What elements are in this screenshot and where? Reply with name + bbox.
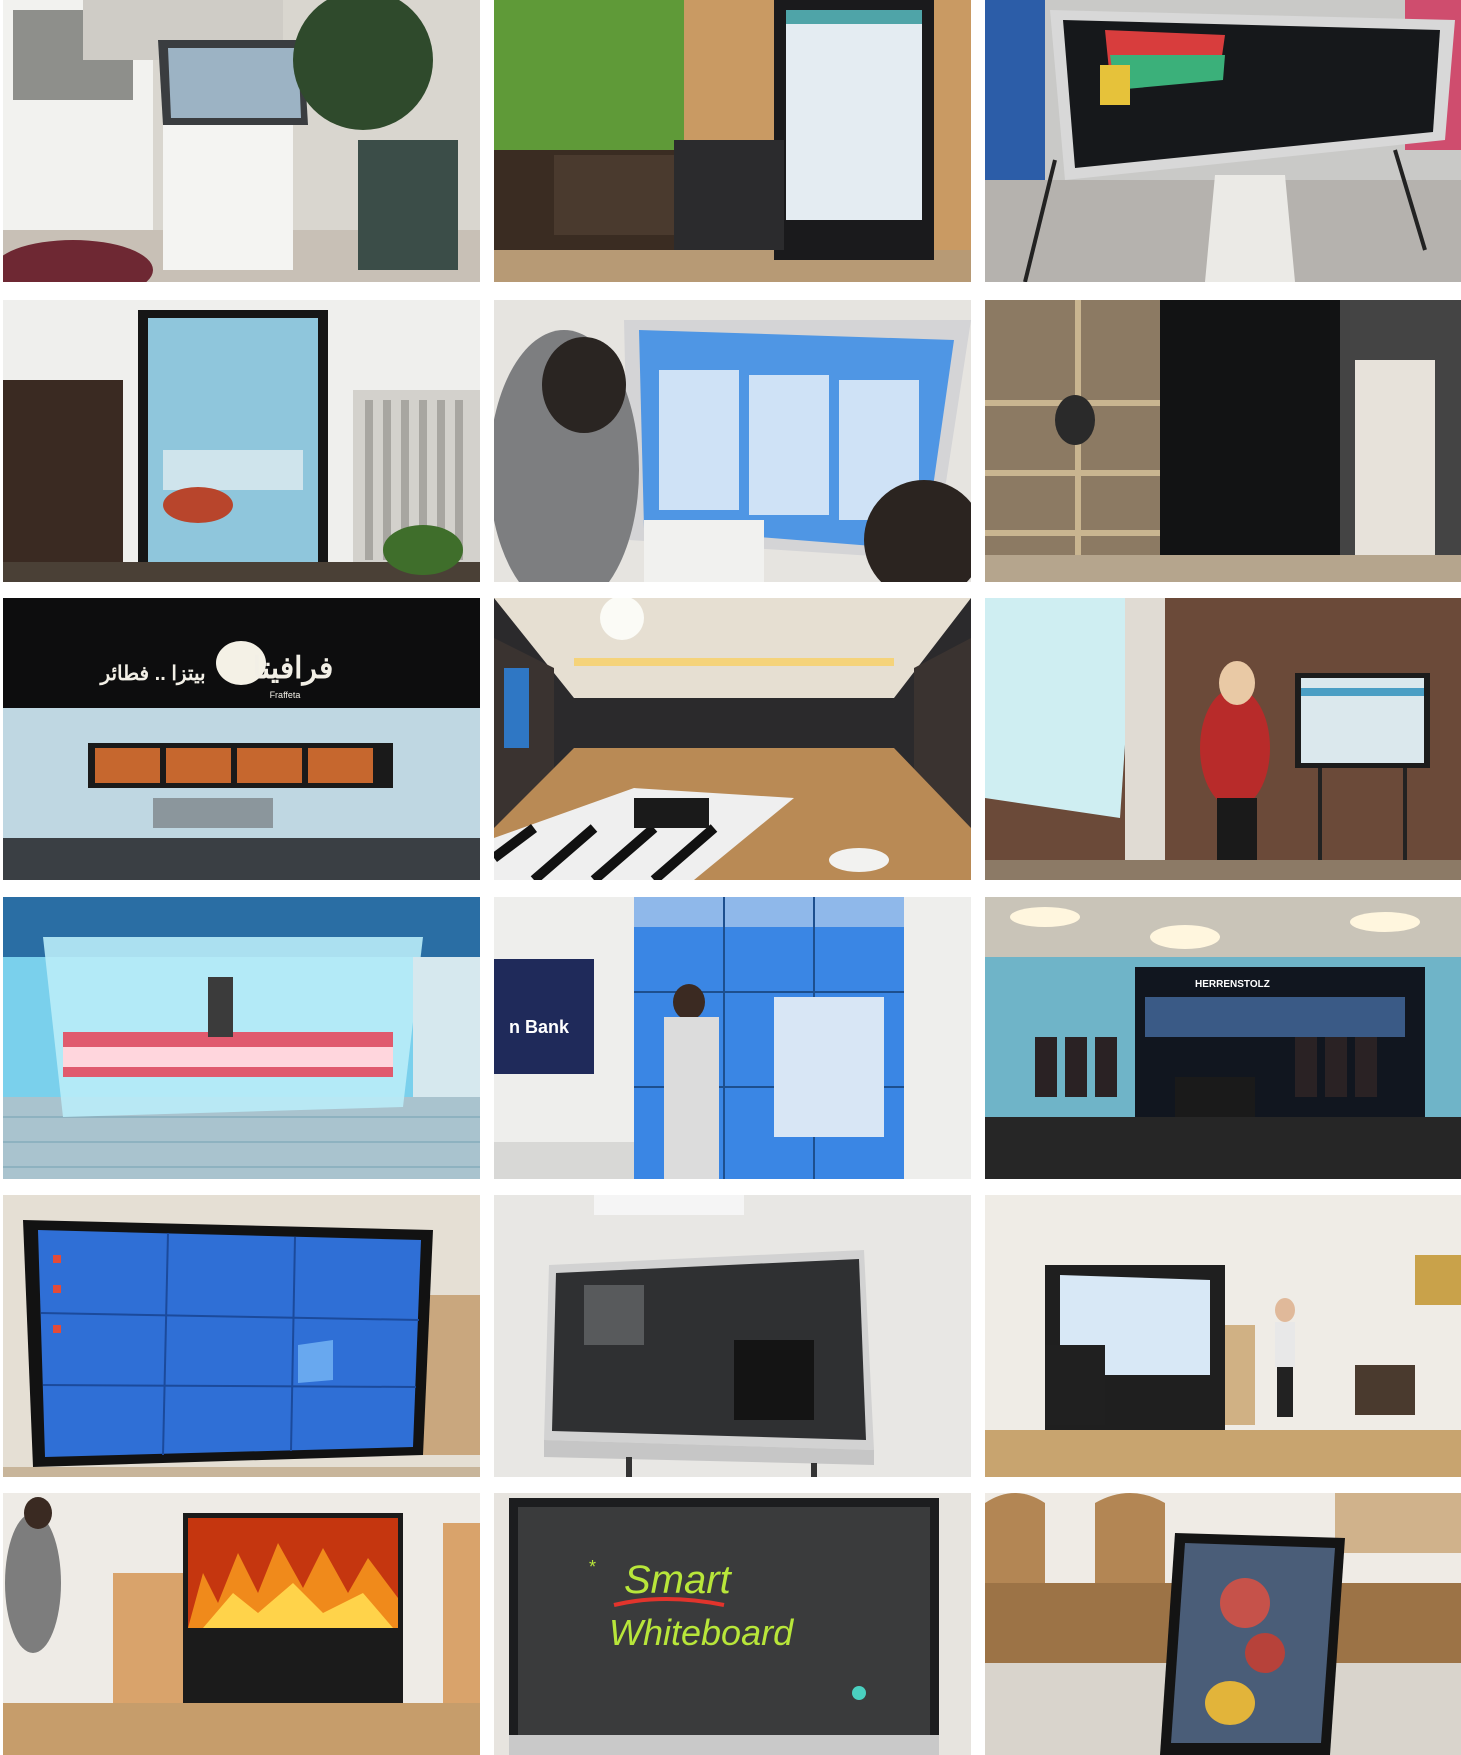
photo-fire-video-wall <box>3 1493 480 1755</box>
whiteboard-word-whiteboard: Whiteboard <box>609 1612 794 1653</box>
pizza-shop-brand: Fraffeta <box>270 690 301 700</box>
photo-restaurant-tall-screen <box>3 300 480 582</box>
store-brand-sign: HERRENSTOLZ <box>1195 979 1270 990</box>
photo-interactive-display-gray <box>494 1195 971 1477</box>
photo-video-wall-presenter: n Bank <box>494 897 971 1179</box>
svg-text:*: * <box>589 1557 596 1577</box>
photo-kiosk-lobby <box>3 0 480 282</box>
pizza-shop-sign: فرافيتا <box>253 652 334 686</box>
photo-grid: فرافيتا بيتزا .. فطائر Fraffeta n Bank H… <box>0 0 1461 1755</box>
photo-video-wall-windows <box>3 1195 480 1477</box>
photo-clothing-store-display: HERRENSTOLZ <box>985 897 1461 1179</box>
photo-pizza-shop-menu-boards: فرافيتا بيتزا .. فطائر Fraffeta <box>3 598 480 880</box>
bank-logo-text: n Bank <box>509 1017 570 1037</box>
photo-presenter-with-screen <box>985 598 1461 880</box>
pizza-shop-subsign: بيتزا .. فطائر <box>98 663 205 686</box>
photo-led-wall-stage <box>985 1195 1461 1477</box>
whiteboard-word-smart: Smart <box>624 1558 733 1602</box>
photo-students-touch-screen <box>494 300 971 582</box>
photo-hotel-corridor <box>494 598 971 880</box>
photo-smart-whiteboard: Smart Whiteboard * <box>494 1493 971 1755</box>
photo-easel-display-cafe <box>985 1493 1461 1755</box>
photo-glass-kiosk-mall <box>3 897 480 1179</box>
photo-portrait-signage <box>494 0 971 282</box>
photo-touch-table <box>985 0 1461 282</box>
photo-black-portrait-totem <box>985 300 1461 582</box>
